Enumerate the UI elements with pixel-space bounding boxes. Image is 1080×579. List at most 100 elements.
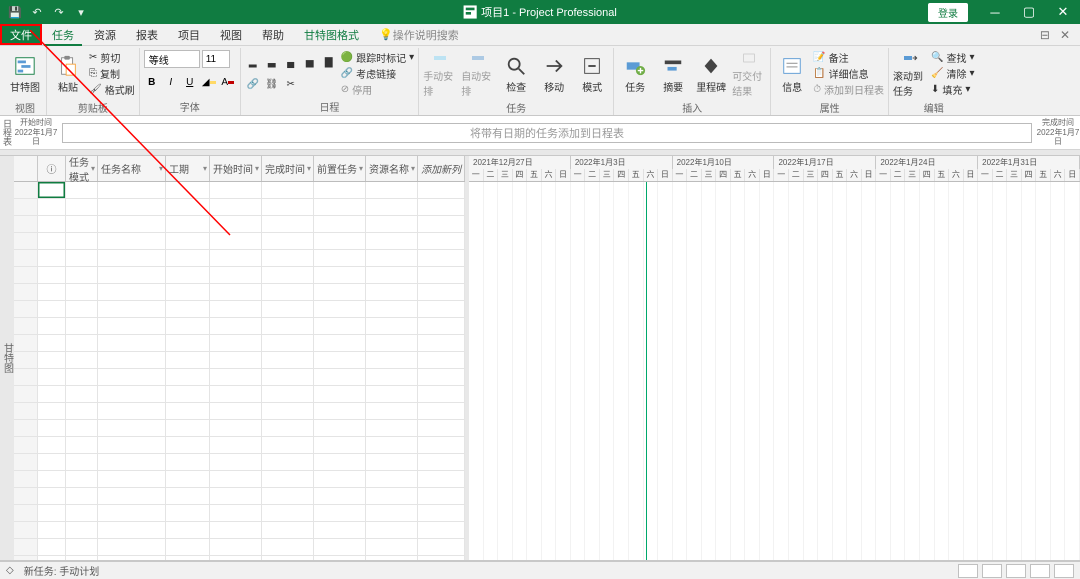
day-header[interactable]: 二: [585, 169, 600, 182]
day-header[interactable]: 日: [1065, 169, 1080, 182]
indent-50-button[interactable]: ▄: [283, 54, 299, 70]
deliverable-button[interactable]: 可交付结果: [732, 50, 766, 98]
close-button[interactable]: ✕: [1046, 0, 1080, 24]
ribbon-collapse-icon[interactable]: ⊟: [1040, 28, 1050, 42]
day-header[interactable]: 五: [629, 169, 644, 182]
col-add-new[interactable]: 添加新列: [418, 156, 465, 181]
day-header[interactable]: 三: [600, 169, 615, 182]
day-header[interactable]: 六: [847, 169, 862, 182]
day-header[interactable]: 三: [702, 169, 717, 182]
col-duration[interactable]: 工期▾: [166, 156, 210, 181]
day-header[interactable]: 六: [745, 169, 760, 182]
table-row[interactable]: [14, 284, 465, 301]
day-header[interactable]: 三: [905, 169, 920, 182]
table-row[interactable]: [14, 505, 465, 522]
week-header[interactable]: 2022年1月3日: [571, 156, 673, 169]
day-header[interactable]: 三: [498, 169, 513, 182]
grid-body[interactable]: [14, 182, 465, 560]
table-row[interactable]: [14, 352, 465, 369]
tab-task[interactable]: 任务: [42, 24, 84, 45]
day-header[interactable]: 四: [614, 169, 629, 182]
day-header[interactable]: 五: [935, 169, 950, 182]
scroll-to-task-button[interactable]: 滚动到任务: [893, 50, 927, 98]
day-header[interactable]: 二: [687, 169, 702, 182]
view-shortcut-1[interactable]: [958, 564, 978, 578]
summary-button[interactable]: 摘要: [656, 50, 690, 98]
day-header[interactable]: 五: [731, 169, 746, 182]
table-row[interactable]: [14, 522, 465, 539]
tab-resource[interactable]: 资源: [84, 24, 126, 45]
tab-project[interactable]: 项目: [168, 24, 210, 45]
indent-100-button[interactable]: ▇: [321, 54, 337, 70]
tab-file[interactable]: 文件: [0, 24, 42, 45]
day-header[interactable]: 六: [542, 169, 557, 182]
fill-color-button[interactable]: ◢: [201, 74, 217, 90]
mark-on-track-button[interactable]: 🟢 跟踪时标记 ▾: [341, 50, 414, 65]
day-header[interactable]: 四: [818, 169, 833, 182]
table-row[interactable]: [14, 233, 465, 250]
day-header[interactable]: 一: [774, 169, 789, 182]
tab-gantt-format[interactable]: 甘特图格式: [294, 24, 369, 45]
day-header[interactable]: 四: [513, 169, 528, 182]
milestone-button[interactable]: 里程碑: [694, 50, 728, 98]
gantt-body[interactable]: [469, 182, 1080, 560]
add-to-timeline-button[interactable]: ⏱ 添加到日程表: [813, 82, 884, 97]
font-name-select[interactable]: 等线: [144, 50, 200, 68]
day-header[interactable]: 六: [644, 169, 659, 182]
table-row[interactable]: [14, 403, 465, 420]
maximize-button[interactable]: ▢: [1012, 0, 1046, 24]
week-header[interactable]: 2022年1月10日: [673, 156, 775, 169]
table-row[interactable]: [14, 471, 465, 488]
day-header[interactable]: 一: [469, 169, 484, 182]
day-header[interactable]: 日: [658, 169, 673, 182]
copy-button[interactable]: ⎘ 复制: [89, 66, 135, 81]
move-button[interactable]: 移动: [537, 50, 571, 98]
link-button[interactable]: 🔗: [245, 76, 261, 92]
view-shortcut-3[interactable]: [1006, 564, 1026, 578]
cut-button[interactable]: ✂ 剪切: [89, 50, 135, 65]
view-shortcut-5[interactable]: [1054, 564, 1074, 578]
table-row[interactable]: [14, 437, 465, 454]
indent-0-button[interactable]: ▂: [245, 54, 261, 70]
save-icon[interactable]: 💾: [6, 3, 24, 21]
font-size-select[interactable]: 11: [202, 50, 230, 68]
format-painter-button[interactable]: 🖌 格式刷: [89, 82, 135, 97]
day-header[interactable]: 二: [891, 169, 906, 182]
tell-me-search[interactable]: 💡 操作说明搜索: [369, 24, 469, 45]
qat-more-icon[interactable]: ▾: [72, 3, 90, 21]
tab-help[interactable]: 帮助: [252, 24, 294, 45]
row-header-col[interactable]: [14, 156, 38, 181]
inspect-button[interactable]: 检查: [499, 50, 533, 98]
day-header[interactable]: 二: [789, 169, 804, 182]
week-header[interactable]: 2022年1月31日: [978, 156, 1080, 169]
day-header[interactable]: 一: [876, 169, 891, 182]
table-row[interactable]: [14, 318, 465, 335]
clear-button[interactable]: 🧹 清除 ▾: [931, 66, 974, 81]
status-new-tasks[interactable]: 新任务: 手动计划: [24, 563, 100, 578]
table-row[interactable]: [14, 250, 465, 267]
table-row[interactable]: [14, 216, 465, 233]
manual-schedule-button[interactable]: 手动安排: [423, 50, 457, 98]
indent-25-button[interactable]: ▃: [264, 54, 280, 70]
table-row[interactable]: [14, 369, 465, 386]
mode-button[interactable]: 模式: [575, 50, 609, 98]
day-header[interactable]: 一: [978, 169, 993, 182]
view-shortcut-2[interactable]: [982, 564, 1002, 578]
timeline-drop-area[interactable]: 将带有日期的任务添加到日程表: [62, 123, 1032, 143]
day-header[interactable]: 六: [949, 169, 964, 182]
tab-report[interactable]: 报表: [126, 24, 168, 45]
table-row[interactable]: [14, 267, 465, 284]
day-header[interactable]: 日: [556, 169, 571, 182]
ribbon-close-icon[interactable]: ✕: [1060, 28, 1070, 42]
underline-button[interactable]: U: [182, 74, 198, 90]
table-row[interactable]: [14, 199, 465, 216]
table-row[interactable]: [14, 454, 465, 471]
fill-button[interactable]: ⬇ 填充 ▾: [931, 82, 974, 97]
table-row[interactable]: [14, 301, 465, 318]
gantt-timescale[interactable]: 2021年12月27日2022年1月3日2022年1月10日2022年1月17日…: [469, 156, 1080, 182]
day-header[interactable]: 二: [993, 169, 1008, 182]
day-header[interactable]: 二: [484, 169, 499, 182]
minimize-button[interactable]: ─: [978, 0, 1012, 24]
view-shortcut-4[interactable]: [1030, 564, 1050, 578]
col-indicators[interactable]: ⓘ: [38, 156, 66, 181]
